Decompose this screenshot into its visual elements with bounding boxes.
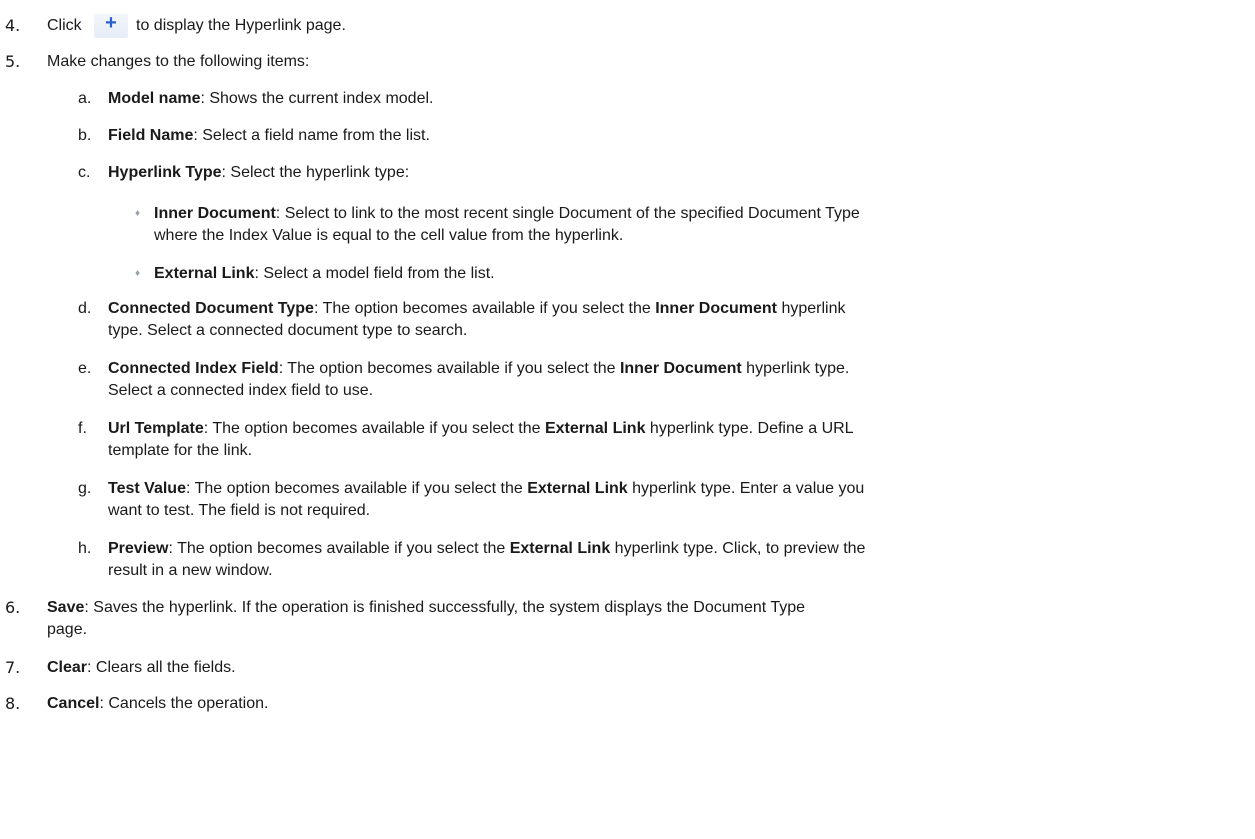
substep-letter: e. [78, 360, 92, 377]
step-number: 5. [5, 52, 21, 71]
step-5-text: Make changes to the following items: [47, 53, 310, 70]
description: : Select to link to the most recent sing… [275, 205, 860, 222]
term: Hyperlink Type [108, 164, 222, 181]
description-end: hyperlink type. Enter a value you [627, 480, 865, 497]
step-7-text: Clear: Clears all the fields. [47, 656, 236, 679]
substep-letter: b. [78, 127, 92, 144]
substep-letter: c. [78, 164, 91, 181]
step-4-text-before: Click [47, 17, 82, 34]
description-end: hyperlink [777, 300, 846, 317]
term: Save [47, 599, 85, 616]
substep-g-line-2: want to test. The field is not required. [108, 502, 371, 519]
step-8-text: Cancel: Cancels the operation. [47, 692, 268, 715]
substep-a-text: Model name: Shows the current index mode… [108, 87, 433, 110]
add-hyperlink-button: + [94, 12, 128, 38]
term: Cancel [47, 695, 100, 712]
substep-f-line-1: Url Template: The option becomes availab… [108, 417, 854, 440]
term: External Link [154, 265, 255, 282]
description-end: hyperlink type. Define a URL [645, 420, 854, 437]
step-number: 8. [5, 694, 21, 713]
plus-icon: + [105, 12, 117, 34]
substep-b-text: Field Name: Select a field name from the… [108, 124, 430, 147]
description: : The option becomes available if you se… [185, 480, 528, 497]
substep-e-line-2: Select a connected index field to use. [108, 382, 374, 399]
bullet-text-line-1: Inner Document: Select to link to the mo… [154, 202, 860, 225]
bullet-external-link: ♦ External Link: Select a model field fr… [0, 262, 1255, 288]
term: Model name [108, 90, 201, 107]
step-6-line-1: Save: Saves the hyperlink. If the operat… [47, 596, 805, 619]
step-6: 6. Save: Saves the hyperlink. If the ope… [0, 596, 1255, 646]
term: Field Name [108, 127, 194, 144]
substep-h-line-2: result in a new window. [108, 562, 273, 579]
substep-letter: g. [78, 480, 92, 497]
substep-c-text: Hyperlink Type: Select the hyperlink typ… [108, 161, 409, 184]
term: Url Template [108, 420, 204, 437]
description: : The option becomes available if you se… [203, 420, 545, 437]
step-number: 6. [5, 598, 21, 617]
description: : Select a model field from the list. [254, 265, 495, 282]
term-ref: External Link [509, 540, 611, 557]
description: : Saves the hyperlink. If the operation … [84, 599, 806, 616]
term: Inner Document [154, 205, 276, 222]
substep-h: h. Preview: The option becomes available… [0, 537, 1255, 587]
substep-letter: d. [78, 300, 92, 317]
bullet-text-line-2: where the Index Value is equal to the ce… [154, 227, 624, 244]
term-ref: Inner Document [655, 300, 777, 317]
substep-e: e. Connected Index Field: The option bec… [0, 357, 1255, 407]
substep-h-line-1: Preview: The option becomes available if… [108, 537, 865, 560]
term: Connected Document Type [108, 300, 314, 317]
step-4-text-after: to display the Hyperlink page. [136, 17, 346, 34]
term: Test Value [108, 480, 186, 497]
diamond-bullet-icon: ♦ [135, 268, 141, 279]
description: : Select the hyperlink type: [221, 164, 410, 181]
substep-g: g. Test Value: The option becomes availa… [0, 477, 1255, 527]
step-7: 7. Clear: Clears all the fields. [0, 656, 1255, 682]
term-ref: External Link [544, 420, 646, 437]
substep-d: d. Connected Document Type: The option b… [0, 297, 1255, 347]
substep-b: b. Field Name: Select a field name from … [0, 124, 1255, 150]
diamond-bullet-icon: ♦ [135, 208, 141, 219]
term-ref: Inner Document [619, 360, 742, 377]
term: Clear [47, 659, 88, 676]
term-ref: External Link [527, 480, 628, 497]
step-4: 4. Click + to display the Hyperlink page… [0, 12, 1255, 40]
substep-letter: f. [78, 420, 87, 437]
substep-letter: h. [78, 540, 92, 557]
substep-c: c. Hyperlink Type: Select the hyperlink … [0, 161, 1255, 187]
substep-d-line-1: Connected Document Type: The option beco… [108, 297, 845, 320]
step-5: 5. Make changes to the following items: [0, 50, 1255, 76]
substep-f-line-2: template for the link. [108, 442, 253, 459]
term: Connected Index Field [108, 360, 279, 377]
substep-d-line-2: type. Select a connected document type t… [108, 322, 468, 339]
substep-g-line-1: Test Value: The option becomes available… [108, 477, 864, 500]
substep-f: f. Url Template: The option becomes avai… [0, 417, 1255, 467]
description: : Clears all the fields. [87, 659, 236, 676]
description: : The option becomes available if you se… [278, 360, 620, 377]
bullet-text: External Link: Select a model field from… [154, 262, 495, 285]
description-end: hyperlink type. [741, 360, 850, 377]
bullet-inner-document: ♦ Inner Document: Select to link to the … [0, 202, 1255, 252]
description: : The option becomes available if you se… [168, 540, 510, 557]
description: : Select a field name from the list. [193, 127, 430, 144]
step-number: 4. [5, 16, 21, 35]
description: : The option becomes available if you se… [313, 300, 656, 317]
description: : Shows the current index model. [200, 90, 434, 107]
step-number: 7. [5, 658, 21, 677]
description: : Cancels the operation. [99, 695, 269, 712]
step-8: 8. Cancel: Cancels the operation. [0, 692, 1255, 718]
substep-letter: a. [78, 90, 92, 107]
substep-a: a. Model name: Shows the current index m… [0, 87, 1255, 113]
term: Preview [108, 540, 169, 557]
substep-e-line-1: Connected Index Field: The option become… [108, 357, 849, 380]
description-end: hyperlink type. Click, to preview the [610, 540, 866, 557]
step-6-line-2: page. [47, 621, 88, 638]
